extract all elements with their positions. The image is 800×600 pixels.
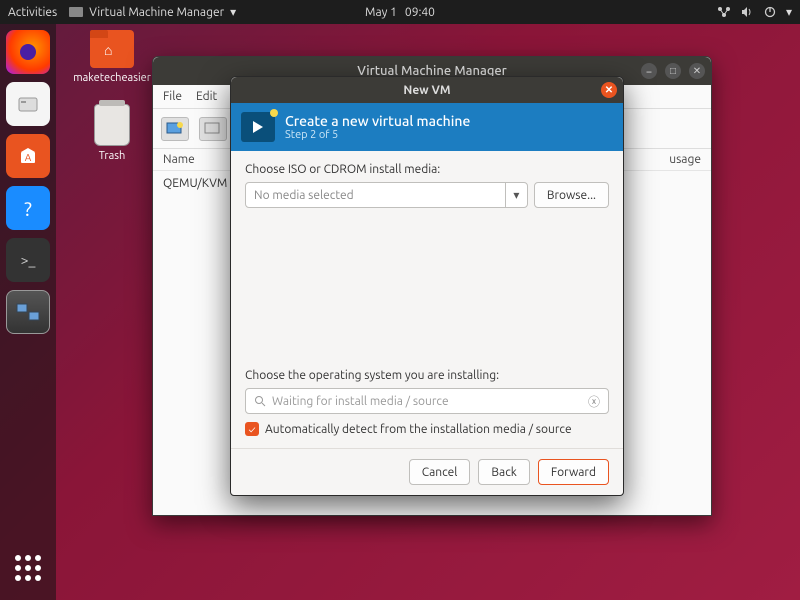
menu-edit[interactable]: Edit [196, 90, 217, 103]
autodetect-checkbox[interactable]: ✓ [245, 422, 259, 436]
column-usage[interactable]: usage [669, 153, 701, 166]
media-label: Choose ISO or CDROM install media: [245, 163, 609, 176]
folder-label: maketecheasier [72, 72, 152, 84]
close-button[interactable]: ✕ [601, 82, 617, 98]
app-menu-label: Virtual Machine Manager [89, 6, 224, 19]
chevron-down-icon: ▾ [230, 5, 236, 19]
date-label: May 1 [365, 6, 397, 19]
top-panel: Activities Virtual Machine Manager ▾ May… [0, 0, 800, 24]
dock-firefox[interactable] [6, 30, 50, 74]
menu-file[interactable]: File [163, 90, 182, 103]
new-vm-dialog: New VM ✕ Create a new virtual machine St… [230, 76, 624, 496]
newvm-header-title: Create a new virtual machine [285, 113, 470, 129]
newvm-header: Create a new virtual machine Step 2 of 5 [231, 103, 623, 151]
clear-icon[interactable]: ⓧ [588, 393, 600, 410]
trash-label: Trash [72, 150, 152, 162]
newvm-titlebar[interactable]: New VM ✕ [231, 77, 623, 103]
desktop-folder-maketecheasier[interactable]: ⌂ maketecheasier [72, 30, 152, 84]
cancel-button[interactable]: Cancel [409, 459, 471, 485]
network-icon[interactable] [717, 6, 731, 18]
os-label: Choose the operating system you are inst… [245, 369, 609, 382]
os-search-input[interactable]: Waiting for install media / source ⓧ [245, 388, 609, 414]
time-label: 09:40 [405, 6, 435, 19]
newvm-footer: Cancel Back Forward [231, 448, 623, 495]
show-applications[interactable] [6, 546, 50, 590]
close-button[interactable]: ✕ [689, 63, 705, 79]
vmm-indicator-icon [69, 7, 83, 17]
search-icon [254, 395, 266, 407]
chevron-down-icon[interactable]: ▾ [505, 183, 527, 207]
maximize-button[interactable]: □ [665, 63, 681, 79]
newvm-title-label: New VM [403, 84, 450, 97]
folder-icon: ⌂ [90, 30, 134, 68]
open-vm-toolbar-button[interactable] [199, 117, 227, 141]
app-menu[interactable]: Virtual Machine Manager ▾ [69, 5, 236, 19]
dock-software-center[interactable]: A [6, 134, 50, 178]
browse-button[interactable]: Browse... [534, 182, 609, 208]
dock-help[interactable]: ? [6, 186, 50, 230]
dock-virt-manager[interactable] [6, 290, 50, 334]
chevron-down-icon[interactable]: ▾ [786, 5, 792, 19]
power-icon[interactable] [764, 6, 776, 18]
dock-terminal[interactable]: >_ [6, 238, 50, 282]
clock[interactable]: May 1 09:40 [365, 6, 435, 19]
dock-files[interactable] [6, 82, 50, 126]
newvm-step-label: Step 2 of 5 [285, 129, 470, 141]
minimize-button[interactable]: – [641, 63, 657, 79]
activities-button[interactable]: Activities [8, 6, 57, 19]
os-search-placeholder: Waiting for install media / source [272, 395, 449, 408]
back-button[interactable]: Back [478, 459, 529, 485]
forward-button[interactable]: Forward [538, 459, 609, 485]
monitor-play-icon [241, 112, 275, 142]
media-placeholder: No media selected [254, 189, 354, 202]
dock: A ? >_ [0, 24, 56, 600]
media-combobox[interactable]: No media selected ▾ [245, 182, 528, 208]
desktop-trash[interactable]: Trash [72, 104, 152, 162]
volume-icon[interactable] [741, 6, 754, 18]
autodetect-label: Automatically detect from the installati… [265, 423, 572, 436]
new-vm-toolbar-button[interactable] [161, 117, 189, 141]
autodetect-row[interactable]: ✓ Automatically detect from the installa… [245, 422, 609, 436]
trash-icon [94, 104, 130, 146]
svg-text:A: A [25, 152, 32, 163]
home-icon: ⌂ [104, 42, 112, 58]
